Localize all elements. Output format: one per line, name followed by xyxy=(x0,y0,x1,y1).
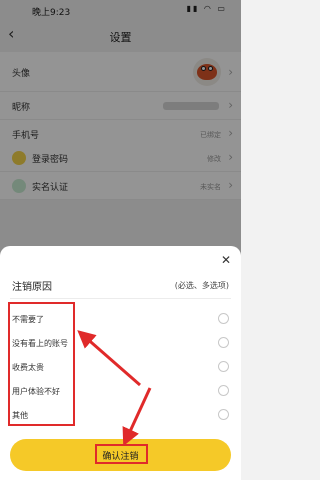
annotation-arrows xyxy=(77,330,152,447)
arrow-to-reasons xyxy=(77,330,141,387)
arrow-to-confirm xyxy=(122,387,152,447)
